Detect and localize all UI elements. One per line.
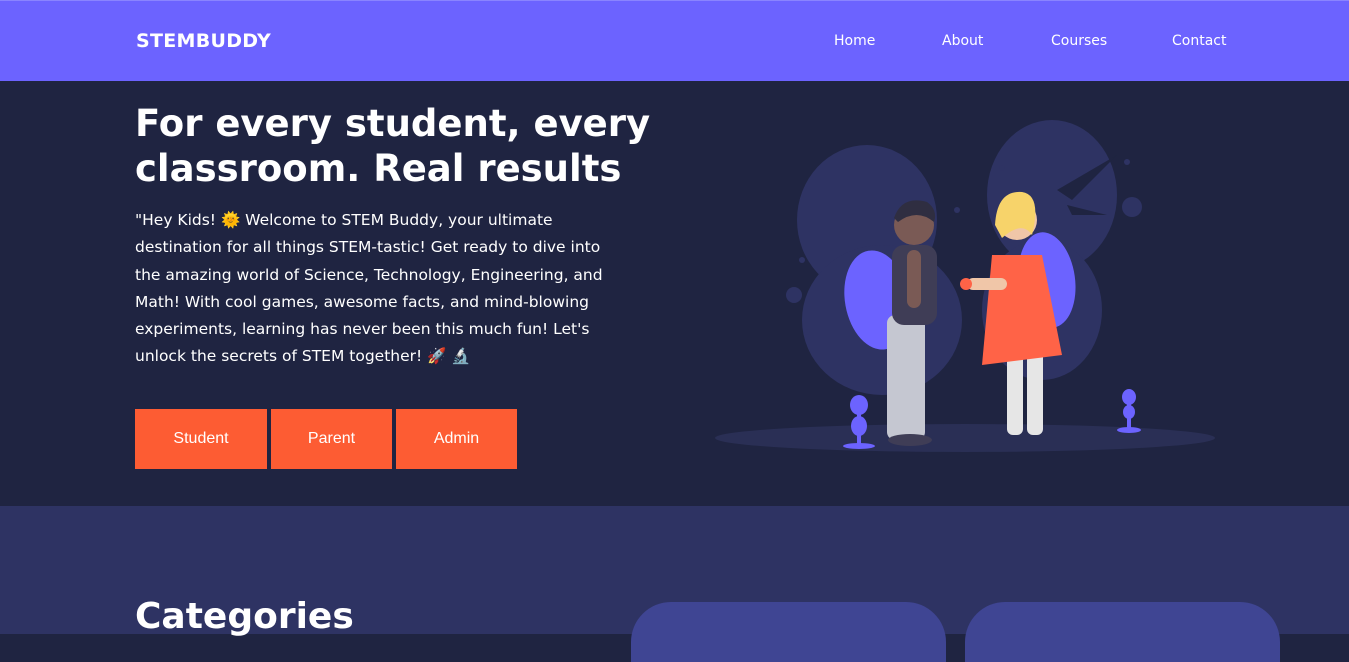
students-illustration (715, 120, 1215, 452)
nav-link-home[interactable]: Home (834, 33, 875, 49)
nav-link-about[interactable]: About (942, 33, 983, 49)
parent-button[interactable]: Parent (271, 409, 392, 469)
student-button[interactable]: Student (135, 409, 267, 469)
top-navbar: STEMBUDDY Home About Courses Contact (0, 0, 1349, 81)
site-logo[interactable]: STEMBUDDY (136, 30, 271, 52)
hero-headline: For every student, every classroom. Real… (135, 102, 651, 190)
admin-button[interactable]: Admin (396, 409, 517, 469)
hero-intro-text: "Hey Kids! 🌞 Welcome to STEM Buddy, your… (135, 211, 603, 366)
nav-link-courses[interactable]: Courses (1051, 33, 1107, 49)
nav-link-contact[interactable]: Contact (1172, 33, 1226, 49)
category-card[interactable] (965, 602, 1280, 662)
categories-title: Categories (135, 596, 354, 637)
category-card[interactable] (631, 602, 946, 662)
